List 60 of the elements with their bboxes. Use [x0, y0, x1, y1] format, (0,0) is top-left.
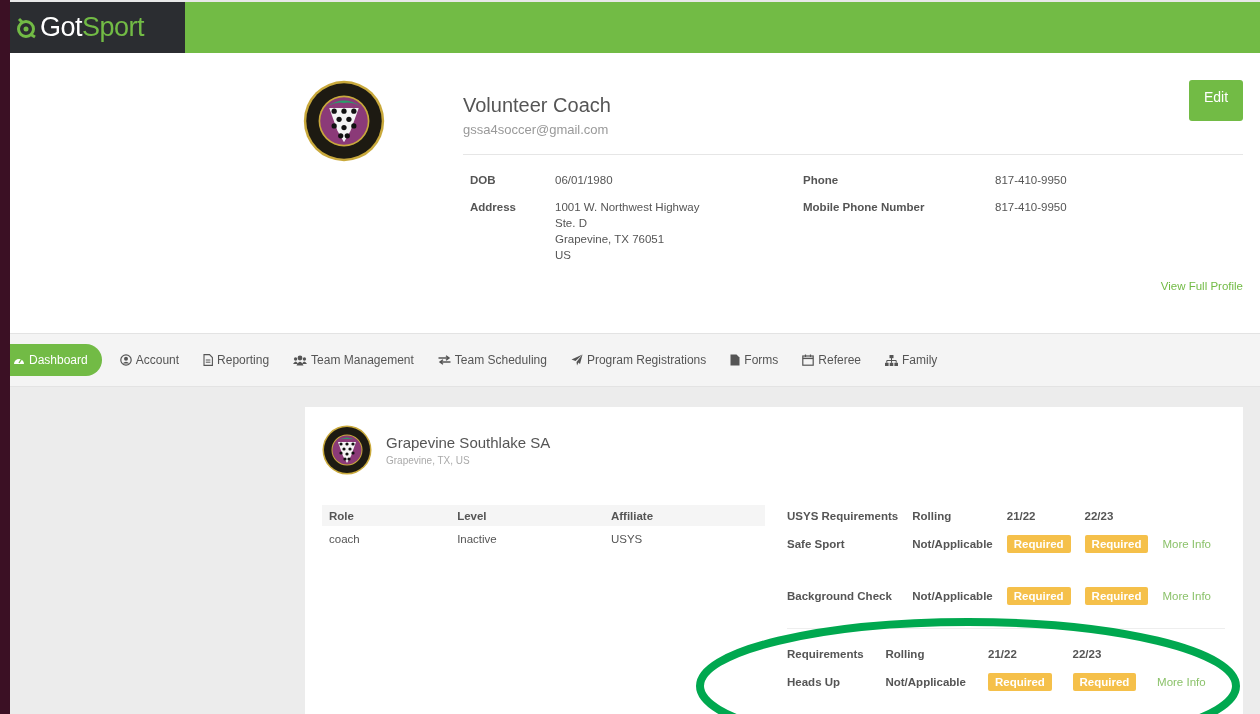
- status-badge: Required: [1084, 587, 1149, 605]
- status-badge: Required: [1072, 673, 1137, 691]
- file-icon: [730, 354, 741, 366]
- detail-label: DOB: [470, 174, 497, 186]
- column-header: 21/22: [988, 643, 1073, 664]
- profile-email: gssa4soccer@gmail.com: [463, 122, 609, 137]
- detail-label: Phone: [803, 174, 840, 186]
- sitemap-icon: [885, 354, 898, 366]
- detail-value: US: [555, 249, 572, 261]
- column-header: 22/23: [1072, 646, 1103, 662]
- table-cell: Inactive: [450, 526, 604, 552]
- status-badge: Required: [988, 673, 1052, 691]
- organization-name: Grapevine Southlake SA: [386, 434, 551, 451]
- status-badge: Required: [1084, 535, 1149, 553]
- column-header: Rolling: [885, 643, 989, 664]
- table-cell: USYS: [603, 526, 765, 552]
- detail-value: 817-410-9950: [995, 201, 1068, 213]
- detail-label: Mobile Phone Number: [803, 201, 926, 215]
- club-crest-icon: [322, 425, 372, 475]
- rolling-status: Not/Applicable: [885, 664, 989, 700]
- detail-value: 1001 W. Northwest Highway: [555, 201, 701, 213]
- document-icon: [203, 354, 214, 366]
- exchange-arrows-icon: [437, 355, 451, 365]
- nav-tab[interactable]: Referee: [796, 344, 867, 376]
- club-crest-icon: [303, 80, 385, 162]
- column-header: 21/22: [1006, 505, 1085, 526]
- requirement-name: Heads Up: [787, 675, 842, 690]
- nav-tab[interactable]: Account: [113, 344, 186, 376]
- nav-tab[interactable]: Family: [879, 344, 944, 376]
- column-header: USYS Requirements: [787, 508, 900, 524]
- detail-value: Grapevine, TX 76051: [555, 233, 666, 245]
- nav-tab[interactable]: Team Management: [287, 344, 420, 376]
- detail-value: Ste. D: [555, 217, 588, 229]
- status-badge: Required: [1006, 535, 1071, 553]
- column-header: 22/23: [1084, 508, 1115, 524]
- paper-plane-icon: [570, 354, 583, 366]
- logo-icon: [15, 16, 37, 39]
- nav-tab[interactable]: Forms: [724, 344, 785, 376]
- column-header: Role: [322, 505, 451, 526]
- organization-location: Grapevine, TX, US: [386, 455, 471, 466]
- rolling-status: Not/Applicable: [912, 562, 1007, 614]
- detail-label: Address: [470, 201, 518, 215]
- table-cell: coach: [322, 526, 451, 552]
- users-icon: [293, 354, 308, 366]
- requirement-name: Safe Sport: [787, 537, 846, 552]
- profile-name: Volunteer Coach: [463, 94, 611, 117]
- column-header: Affiliate: [603, 505, 765, 526]
- calendar-icon: [802, 354, 815, 366]
- requirement-name: Background Check: [787, 589, 893, 604]
- column-header: Requirements: [787, 646, 865, 662]
- detail-value: 817-410-9950: [995, 174, 1068, 186]
- nav-tab[interactable]: Team Scheduling: [431, 344, 553, 376]
- rolling-status: Not/Applicable: [912, 526, 1007, 562]
- user-circle-icon: [119, 354, 132, 366]
- column-header: Level: [450, 505, 604, 526]
- status-badge: Required: [1006, 587, 1071, 605]
- nav-tab[interactable]: Program Registrations: [564, 344, 713, 376]
- column-header: Rolling: [912, 505, 1007, 526]
- nav-tab[interactable]: Reporting: [197, 344, 276, 376]
- detail-value: 06/01/1980: [555, 174, 614, 186]
